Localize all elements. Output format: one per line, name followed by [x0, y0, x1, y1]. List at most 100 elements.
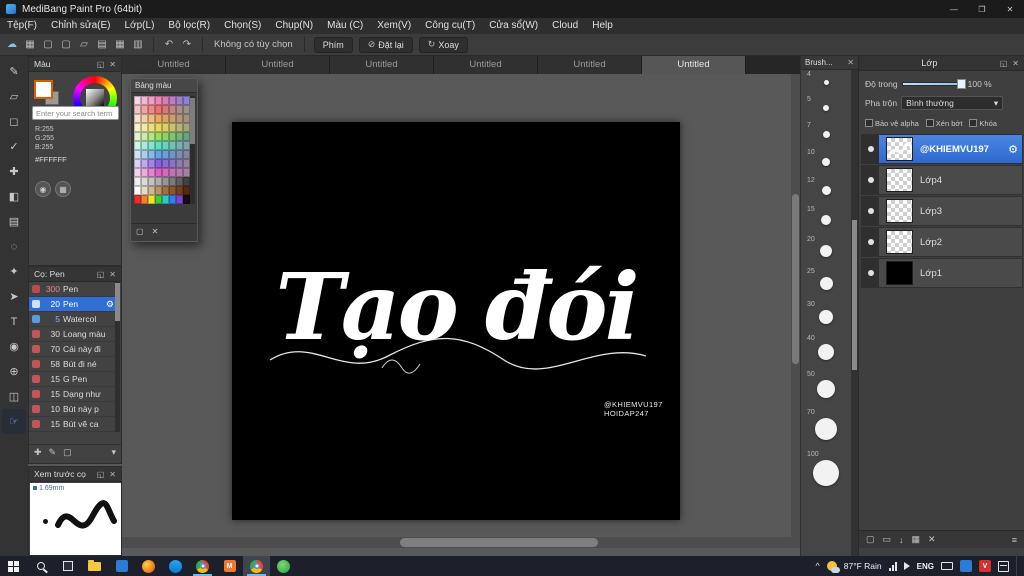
- task-view-icon[interactable]: [54, 556, 81, 576]
- weather-text[interactable]: 87°F Rain: [844, 561, 882, 571]
- close-icon[interactable]: ✕: [1012, 59, 1019, 68]
- palette-color[interactable]: [148, 123, 155, 132]
- palette-color[interactable]: [169, 186, 176, 195]
- menu-item-m-u-c[interactable]: Màu (C): [320, 18, 370, 34]
- palette-color[interactable]: [183, 195, 190, 204]
- palette-color[interactable]: [148, 96, 155, 105]
- brush-settings-gear-icon[interactable]: ⚙: [106, 299, 114, 310]
- layer-row-khiemvu197[interactable]: @KHIEMVU197 ⚙: [861, 134, 1023, 164]
- duplicate-layer-icon[interactable]: ▦: [912, 534, 921, 545]
- palette-color[interactable]: [176, 177, 183, 186]
- vertical-scrollbar[interactable]: [791, 74, 800, 537]
- messenger-icon[interactable]: [162, 556, 189, 576]
- cloud-upload-icon[interactable]: ☁: [4, 37, 20, 53]
- onedrive-tray-icon[interactable]: [960, 560, 972, 572]
- reset-button[interactable]: ⊘ Đặt lại: [358, 36, 413, 53]
- palette-color[interactable]: [141, 195, 148, 204]
- chrome-icon[interactable]: [189, 556, 216, 576]
- tab-untitled-3[interactable]: Untitled: [434, 56, 538, 74]
- palette-color[interactable]: [176, 123, 183, 132]
- antivirus-tray-icon[interactable]: V: [979, 560, 991, 572]
- palette-color[interactable]: [155, 186, 162, 195]
- tray-chevron-icon[interactable]: ^: [816, 561, 820, 571]
- palette-color[interactable]: [176, 195, 183, 204]
- brush-size-option-50[interactable]: 50: [801, 370, 851, 408]
- menu-item-help[interactable]: Help: [585, 18, 620, 34]
- palette-color[interactable]: [155, 123, 162, 132]
- bucket-tool[interactable]: ◧: [2, 184, 26, 209]
- brush-page-icon[interactable]: ▢: [63, 447, 72, 458]
- close-icon[interactable]: ✕: [109, 270, 116, 279]
- menu-item-c-a-s-w[interactable]: Cửa sổ(W): [482, 18, 545, 34]
- palette-color[interactable]: [155, 168, 162, 177]
- layer-settings-gear-icon[interactable]: ⚙: [1008, 143, 1018, 156]
- palette-color[interactable]: [162, 195, 169, 204]
- text-tool[interactable]: T: [2, 309, 26, 334]
- palette-color[interactable]: [148, 177, 155, 186]
- layer-visibility-toggle[interactable]: [862, 166, 879, 194]
- start-button[interactable]: [0, 556, 27, 576]
- palette-color[interactable]: [169, 150, 176, 159]
- keys-button[interactable]: Phím: [313, 36, 353, 53]
- palette-color[interactable]: [148, 168, 155, 177]
- checkbox[interactable]: [925, 119, 934, 127]
- foreground-color-swatch[interactable]: [34, 80, 53, 99]
- horizontal-scrollbar[interactable]: [122, 537, 800, 548]
- brush-item-pen-1[interactable]: 20 Pen ⚙: [29, 297, 117, 312]
- brush-size-option-70[interactable]: 70: [801, 408, 851, 450]
- layer-menu-icon[interactable]: ≡: [1012, 535, 1017, 545]
- palette-color[interactable]: [134, 159, 141, 168]
- brush-size-option-10[interactable]: 10: [801, 148, 851, 176]
- size-scroll-thumb[interactable]: [852, 220, 857, 370]
- palette-color[interactable]: [162, 141, 169, 150]
- close-button[interactable]: ✕: [996, 0, 1024, 18]
- brush-menu-icon[interactable]: ▾: [111, 447, 116, 458]
- palette-color[interactable]: [148, 132, 155, 141]
- comment-icon[interactable]: ▢: [58, 37, 74, 53]
- volume-icon[interactable]: [903, 562, 910, 570]
- select-tool[interactable]: ◻: [2, 109, 26, 134]
- tab-untitled-2[interactable]: Untitled: [330, 56, 434, 74]
- menu-item-cloud[interactable]: Cloud: [545, 18, 585, 34]
- palette-color[interactable]: [176, 96, 183, 105]
- layer-option-x-n-b-t[interactable]: Xén bớt: [925, 119, 962, 128]
- palette-color[interactable]: [169, 159, 176, 168]
- palette-color[interactable]: [148, 195, 155, 204]
- palette-color[interactable]: [134, 195, 141, 204]
- palette-color[interactable]: [155, 195, 162, 204]
- palette-color[interactable]: [148, 105, 155, 114]
- palette-color[interactable]: [183, 159, 190, 168]
- palette-color[interactable]: [162, 132, 169, 141]
- horizontal-scroll-thumb[interactable]: [400, 538, 598, 547]
- gradient-tool[interactable]: ▤: [2, 209, 26, 234]
- redo-button[interactable]: ↷: [179, 37, 195, 53]
- palette-color[interactable]: [162, 114, 169, 123]
- palette-color[interactable]: [176, 186, 183, 195]
- firefox-icon[interactable]: [135, 556, 162, 576]
- hand-tool[interactable]: ☞: [2, 409, 26, 434]
- palette-color[interactable]: [134, 186, 141, 195]
- touch-keyboard-icon[interactable]: [941, 562, 953, 570]
- layer-visibility-toggle[interactable]: [862, 259, 879, 287]
- palette-color[interactable]: [141, 186, 148, 195]
- network-icon[interactable]: [888, 561, 897, 571]
- swap-colors-icon[interactable]: ▦: [55, 181, 71, 197]
- brush-scrollbar[interactable]: [115, 282, 120, 432]
- layer-row-l-p1[interactable]: Lớp1: [861, 258, 1023, 288]
- pen-tool[interactable]: ✎: [2, 59, 26, 84]
- brush-item-b-t-v-ca-9[interactable]: 15 Bút vẽ ca: [29, 417, 117, 432]
- new-page-icon[interactable]: ▱: [76, 37, 92, 53]
- medibang-icon[interactable]: M: [216, 556, 243, 576]
- brush-item-watercol-2[interactable]: 5 Watercol: [29, 312, 117, 327]
- new-folder-icon[interactable]: ▭: [883, 534, 892, 545]
- palette-color[interactable]: [155, 150, 162, 159]
- brush-size-option-15[interactable]: 15: [801, 205, 851, 235]
- layer-option-kh-a[interactable]: Khóa: [969, 119, 997, 128]
- brush-item-pen-0[interactable]: 300 Pen: [29, 282, 117, 297]
- palette-color[interactable]: [162, 96, 169, 105]
- palette-color[interactable]: [141, 105, 148, 114]
- popout-icon[interactable]: ◱: [97, 270, 105, 279]
- vertical-scroll-thumb[interactable]: [792, 194, 799, 364]
- palette-color[interactable]: [141, 123, 148, 132]
- palette-color[interactable]: [148, 150, 155, 159]
